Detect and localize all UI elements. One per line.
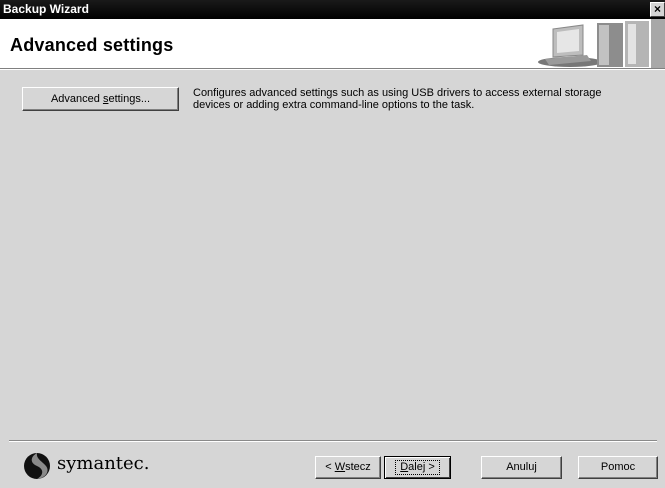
advanced-button-text: Advanced <box>50 93 103 105</box>
advanced-settings-description: Configures advanced settings such as usi… <box>193 87 653 111</box>
symantec-logo-text: symantec. <box>57 453 150 474</box>
computer-illustration-icon <box>525 19 665 68</box>
back-button-text-rest: stecz <box>345 461 371 473</box>
next-button-focus: Dalej > <box>395 460 440 475</box>
window-title: Backup Wizard <box>3 2 89 16</box>
symantec-logo-icon <box>24 453 50 479</box>
close-button[interactable]: × <box>650 2 665 17</box>
wizard-header: Advanced settings <box>0 19 665 69</box>
cancel-button[interactable]: Anuluj <box>481 456 562 479</box>
back-button[interactable]: < Wstecz <box>315 456 381 479</box>
next-button-text: alej > <box>408 461 435 473</box>
header-separator <box>0 69 665 70</box>
back-button-text: < <box>325 461 335 473</box>
next-button[interactable]: Dalej > <box>384 456 451 479</box>
advanced-settings-button[interactable]: Advanced settings... <box>22 87 179 111</box>
description-line: devices or adding extra command-line opt… <box>193 99 475 111</box>
page-title: Advanced settings <box>10 35 174 55</box>
help-button[interactable]: Pomoc <box>578 456 658 479</box>
advanced-button-text-rest: ettings... <box>108 93 151 105</box>
title-bar[interactable]: Backup Wizard × <box>0 0 665 19</box>
description-line: Configures advanced settings such as usi… <box>193 87 602 99</box>
footer-separator-highlight <box>9 441 657 442</box>
next-button-accel: D <box>400 461 409 473</box>
back-button-accel: W <box>334 461 346 473</box>
